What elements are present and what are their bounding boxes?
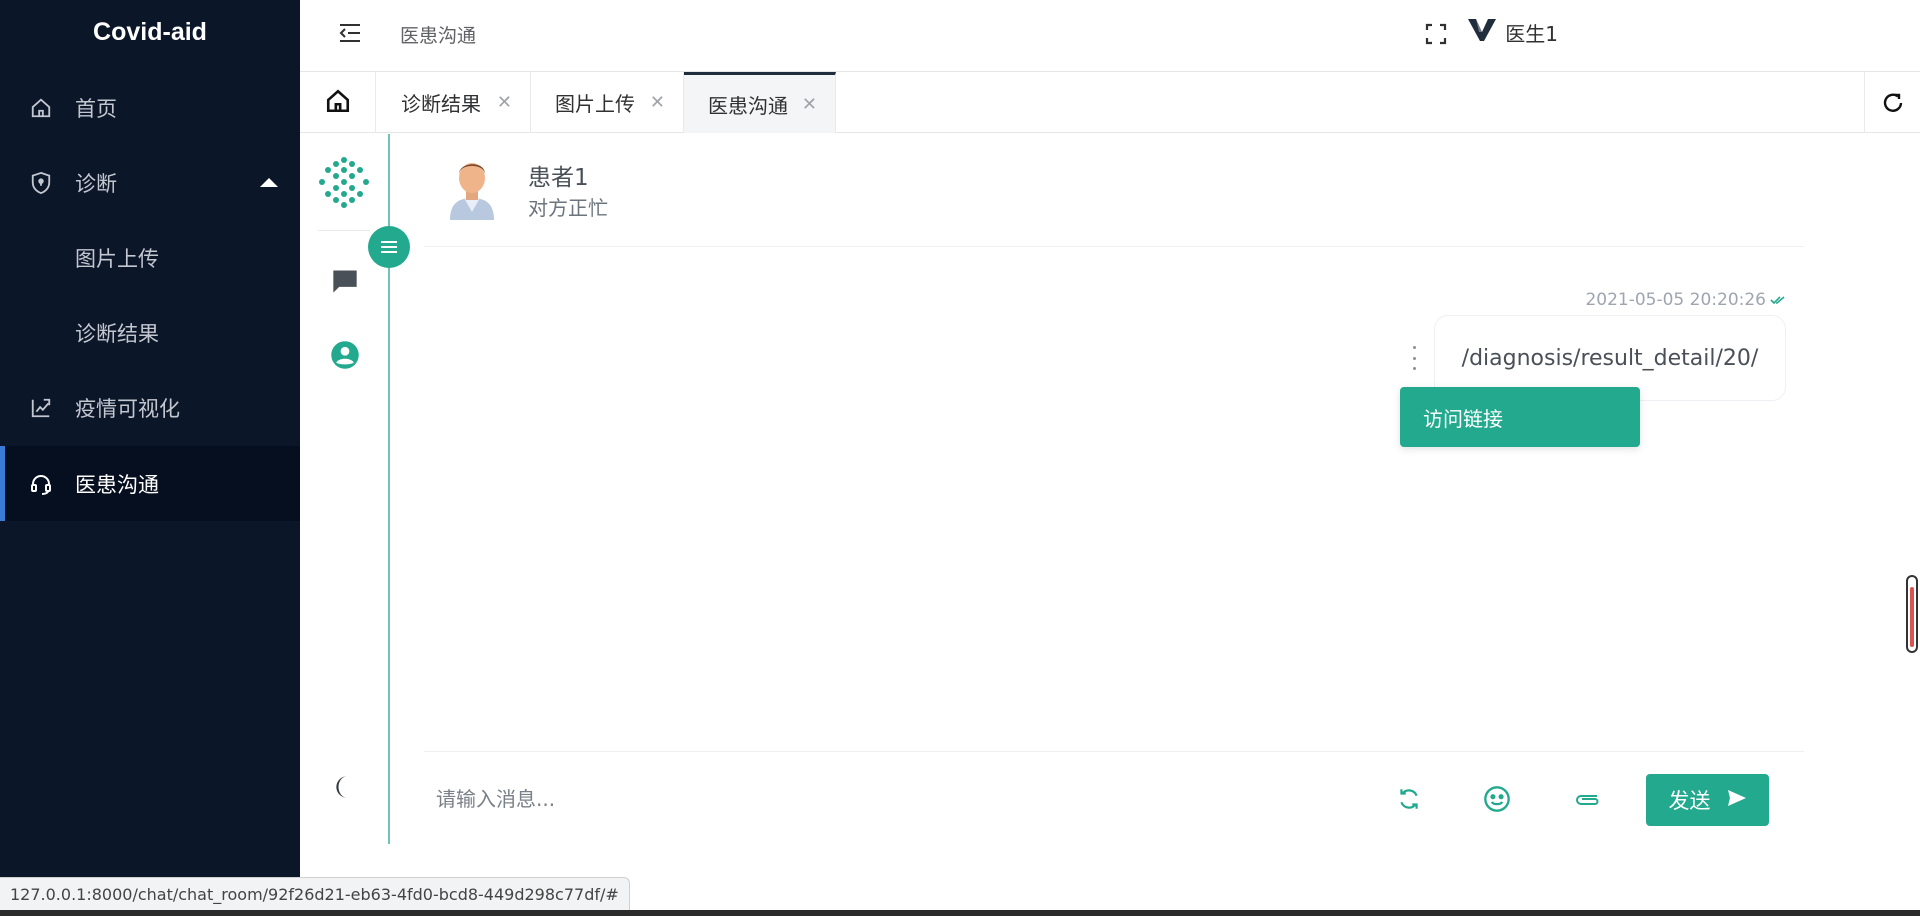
user-menu[interactable]: 医生1 [1467, 18, 1558, 47]
tab-label: 医患沟通 [708, 93, 788, 118]
brand-logo: Covid-aid [93, 18, 207, 46]
sidebar-item-label: 疫情可视化 [75, 396, 180, 421]
more-options-icon[interactable] [1408, 346, 1420, 370]
sidebar-item-label: 诊断结果 [75, 321, 159, 346]
headset-icon [28, 471, 54, 497]
message-text: /diagnosis/result_detail/20/ [1461, 345, 1759, 371]
sidebar-item-label: 图片上传 [75, 246, 159, 271]
sidebar: Covid-aid 首页 诊断 图片上传 诊断结果 疫情可视化 医患沟通 [0, 0, 300, 916]
sidebar-item-label: 诊断 [75, 171, 117, 196]
chat-bubble-icon[interactable] [330, 266, 360, 296]
sidebar-item-label: 首页 [75, 96, 117, 121]
timestamp-text: 2021-05-05 20:20:26 [1585, 290, 1766, 310]
chat-app-logo-icon [318, 156, 370, 208]
tab-home[interactable] [300, 72, 376, 133]
contact-status: 对方正忙 [528, 196, 608, 220]
tab-diagnosis-result[interactable]: 诊断结果 ✕ [377, 72, 531, 133]
contact-icon[interactable] [330, 340, 360, 370]
avatar[interactable] [444, 154, 500, 220]
chat-header: 患者1 对方正忙 [424, 134, 1804, 247]
sidebar-item-epidemic-visualization[interactable]: 疫情可视化 [0, 370, 300, 445]
send-button[interactable]: 发送 [1646, 774, 1769, 826]
sidebar-item-image-upload[interactable]: 图片上传 [0, 220, 300, 295]
close-icon[interactable]: ✕ [497, 92, 512, 113]
close-icon[interactable]: ✕ [802, 94, 817, 115]
status-bar-url: 127.0.0.1:8000/chat/chat_room/92f26d21-e… [0, 877, 630, 911]
home-icon [28, 95, 54, 121]
close-icon[interactable]: ✕ [650, 92, 665, 113]
message-context-menu: 访问链接 [1400, 387, 1640, 447]
tab-image-upload[interactable]: 图片上传 ✕ [531, 72, 684, 133]
tab-label: 图片上传 [555, 92, 635, 116]
rail-divider [318, 230, 370, 231]
send-arrow-icon [1727, 788, 1747, 812]
shield-icon [28, 170, 54, 196]
dark-mode-icon[interactable] [330, 772, 360, 802]
user-name: 医生1 [1505, 22, 1558, 46]
contact-name: 患者1 [528, 165, 589, 191]
top-header: 医患沟通 医生1 [300, 0, 1920, 71]
tab-label: 诊断结果 [401, 92, 481, 116]
chart-icon [28, 395, 54, 421]
sidebar-item-label: 医患沟通 [75, 472, 159, 497]
double-check-icon [1770, 290, 1786, 310]
home-icon [325, 88, 351, 118]
visit-link-menu-item[interactable]: 访问链接 [1423, 403, 1503, 432]
refresh-icon[interactable] [1864, 72, 1920, 133]
caret-up-icon [260, 178, 278, 187]
send-label: 发送 [1668, 789, 1711, 813]
menu-toggle-button[interactable] [368, 226, 410, 268]
sidebar-item-doctor-patient-chat[interactable]: 医患沟通 [0, 446, 300, 521]
fullscreen-icon[interactable] [1424, 22, 1448, 46]
refresh-icon[interactable] [1392, 782, 1426, 816]
sidebar-item-diagnosis[interactable]: 诊断 [0, 145, 300, 220]
sidebar-item-home[interactable]: 首页 [0, 70, 300, 145]
tabs-bar: 诊断结果 ✕ 图片上传 ✕ 医患沟通 ✕ [300, 71, 1920, 133]
taskbar-strip [0, 910, 1920, 916]
message-timestamp: 2021-05-05 20:20:26 [1585, 290, 1786, 310]
message-composer: 发送 [424, 751, 1804, 845]
attachment-icon[interactable] [1570, 782, 1604, 816]
tab-doctor-patient-chat[interactable]: 医患沟通 ✕ [684, 72, 836, 133]
emoji-icon[interactable] [1480, 782, 1514, 816]
message-input[interactable] [436, 774, 1336, 824]
sidebar-item-diagnosis-result[interactable]: 诊断结果 [0, 295, 300, 370]
scroll-indicator[interactable] [1906, 575, 1918, 653]
breadcrumb: 医患沟通 [400, 25, 477, 47]
user-logo-icon [1467, 18, 1497, 47]
menu-collapse-icon[interactable] [338, 22, 362, 44]
